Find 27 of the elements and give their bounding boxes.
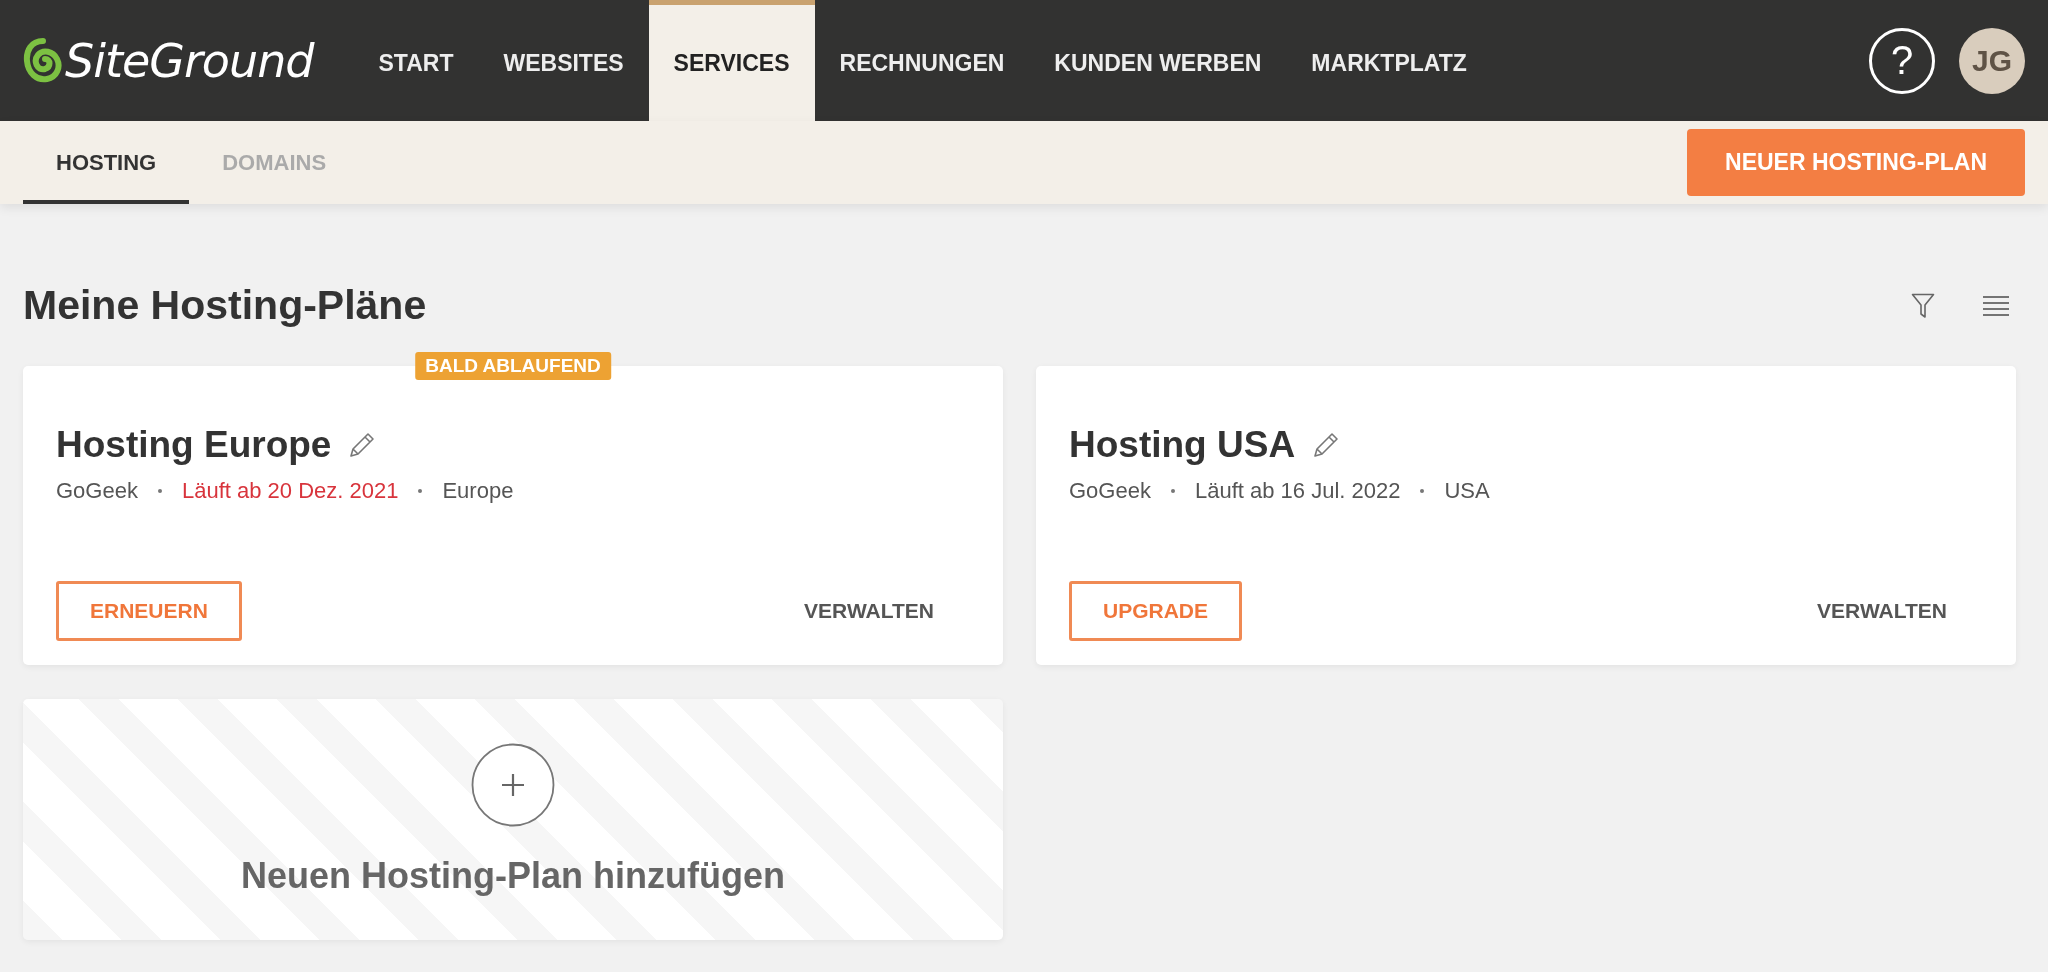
manage-button[interactable]: VERWALTEN [1811,598,1953,624]
plan-location: USA [1444,478,1490,504]
logo-wordmark[interactable]: SiteGround [65,33,314,88]
help-button[interactable]: ? [1869,27,1935,94]
add-plan-card[interactable]: Neuen Hosting-Plan hinzufügen [23,699,1003,940]
status-badge: BALD ABLAUFEND [415,352,611,380]
expiry-date: Läuft ab 16 Jul. 2022 [1194,478,1401,504]
list-view-icon[interactable] [1983,294,2009,317]
nav-tab[interactable]: START [353,0,479,121]
nav-tab[interactable]: RECHNUNGEN [814,0,1030,121]
manage-button[interactable]: VERWALTEN [798,598,940,624]
nav-tab[interactable]: SERVICES [648,0,815,121]
add-plan-label: Neuen Hosting-Plan hinzufügen [241,854,785,897]
expiry-date: Läuft ab 20 Dez. 2021 [181,478,399,504]
plan-type: GoGeek [1069,478,1151,504]
nav-tab[interactable]: MARKTPLATZ [1286,0,1492,121]
filter-icon[interactable] [1911,292,1935,319]
plan-location: Europe [442,478,514,504]
plan-name: Hosting USA [1069,424,1296,466]
user-avatar[interactable]: JG [1959,27,2025,94]
nav-tab[interactable]: WEBSITES [478,0,649,121]
nav-tab[interactable]: KUNDEN WERBEN [1029,0,1287,121]
plan-type: GoGeek [56,478,138,504]
plus-circle-icon[interactable] [471,742,555,827]
plan-name: Hosting Europe [56,424,332,466]
sub-tab[interactable]: HOSTING [23,121,190,204]
page-title: Meine Hosting-Pläne [23,282,427,329]
